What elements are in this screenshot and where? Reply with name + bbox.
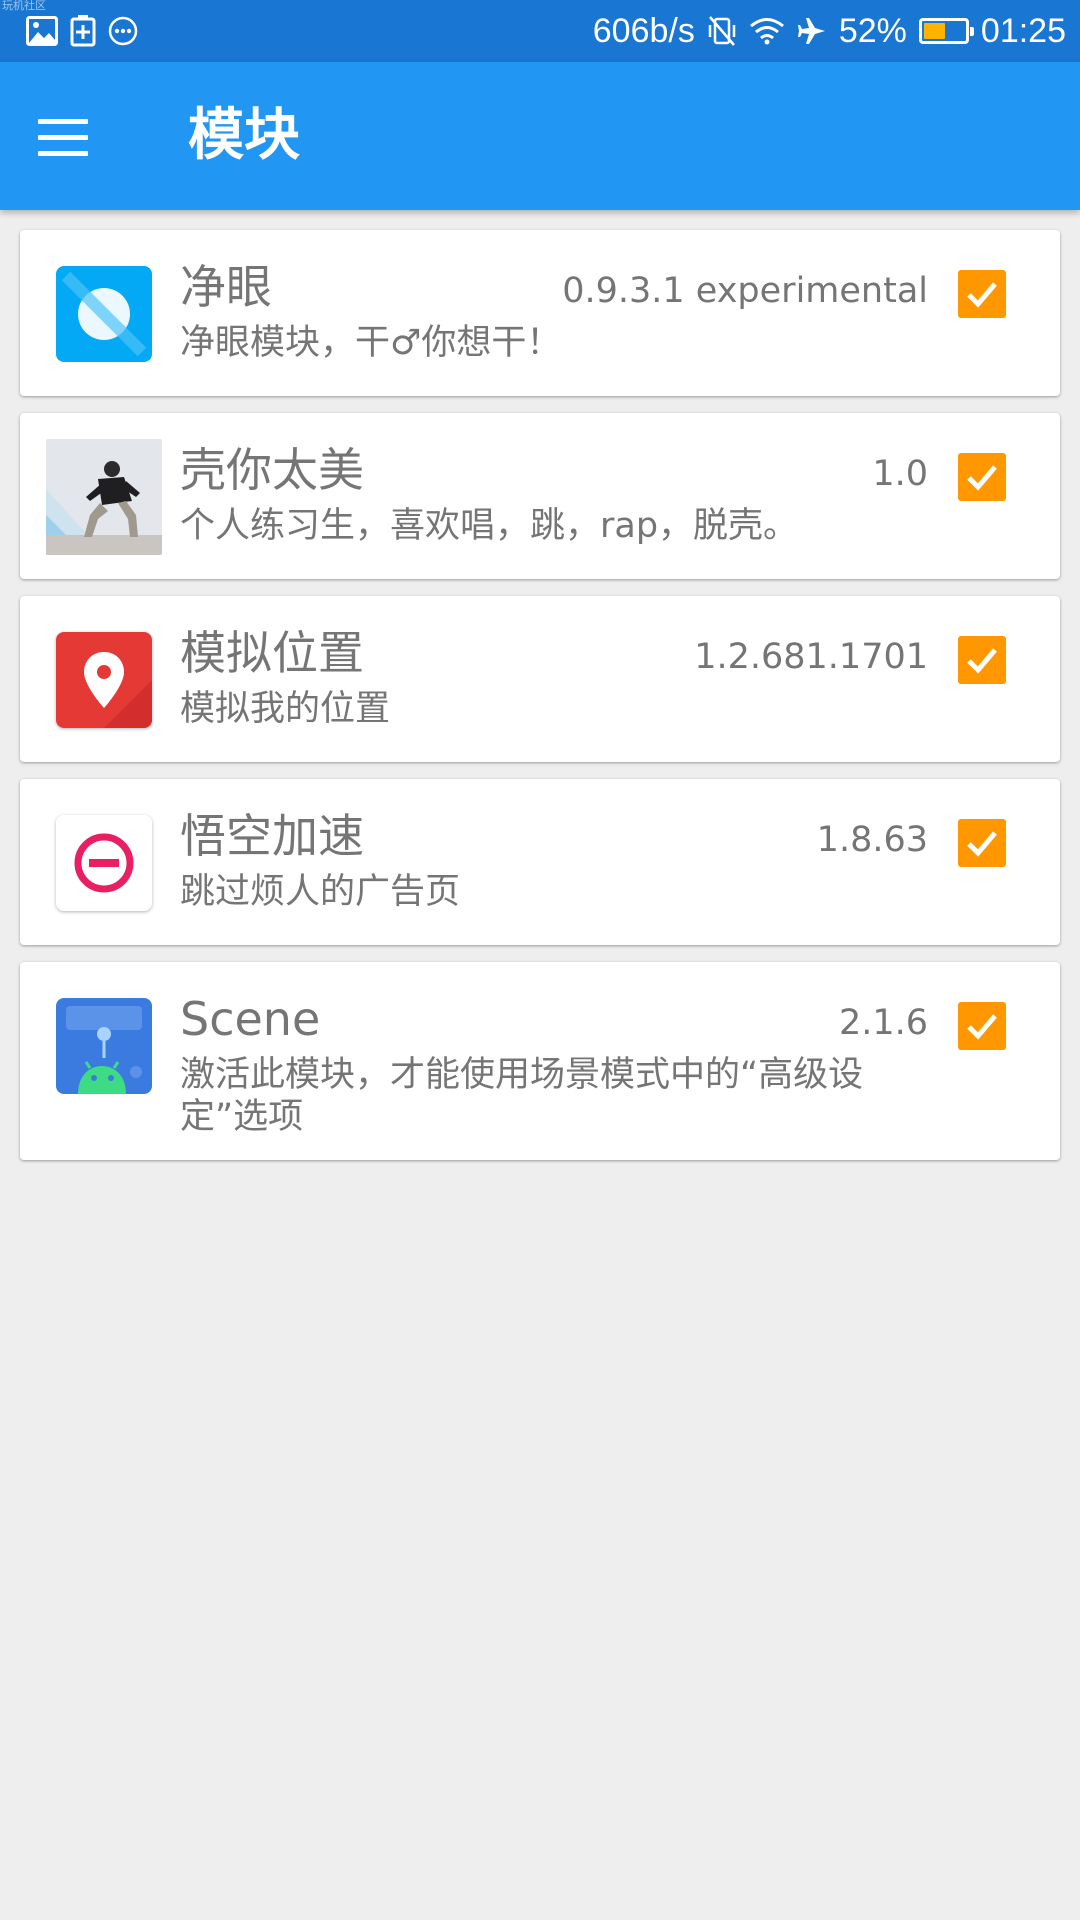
check-icon — [967, 465, 997, 491]
module-description: 跳过烦人的广告页 — [180, 872, 461, 912]
image-icon — [26, 16, 58, 46]
page-title: 模块 — [188, 103, 300, 168]
module-card-mock-location[interactable]: 模拟位置 1.2.681.1701 模拟我的位置 — [20, 596, 1060, 762]
battery-saver-icon — [70, 15, 96, 47]
module-enable-checkbox[interactable] — [958, 819, 1006, 867]
module-version: 1.0 — [872, 454, 928, 494]
module-enable-checkbox[interactable] — [958, 1002, 1006, 1050]
module-description: 模拟我的位置 — [180, 689, 391, 729]
battery-icon — [918, 18, 974, 44]
vibrate-off-icon — [707, 15, 737, 47]
module-card-scene[interactable]: Scene 2.1.6 激活此模块，才能使用场景模式中的“高级设定”选项 — [20, 962, 1060, 1160]
module-description: 净眼模块，干♂你想干！ — [180, 323, 562, 363]
module-card-wukong[interactable]: 悟空加速 1.8.63 跳过烦人的广告页 — [20, 779, 1060, 945]
module-enable-checkbox[interactable] — [958, 270, 1006, 318]
check-icon — [967, 282, 997, 308]
battery-percent: 52% — [838, 11, 907, 50]
minus-circle-icon — [56, 815, 152, 911]
status-indicators: 606b/s 52% 01:25 — [593, 0, 1066, 62]
module-name: 净眼 — [180, 260, 272, 314]
module-name: Scene — [180, 992, 321, 1046]
module-name: 模拟位置 — [180, 626, 364, 680]
module-version: 0.9.3.1 experimental — [562, 271, 928, 311]
module-version: 1.8.63 — [816, 820, 928, 860]
module-name: 悟空加速 — [180, 809, 364, 863]
check-icon — [967, 1014, 997, 1040]
module-enable-checkbox[interactable] — [958, 453, 1006, 501]
dancer-photo-icon — [46, 439, 162, 555]
menu-line — [38, 118, 88, 124]
module-name: 壳你太美 — [180, 443, 364, 497]
watermark: 玩机社区 — [2, 0, 46, 12]
battery-fill — [923, 23, 945, 39]
menu-line — [38, 150, 88, 156]
module-card-kenitaimei[interactable]: 壳你太美 1.0 个人练习生，喜欢唱，跳，rap，脱壳。 — [20, 413, 1060, 579]
location-pin-icon — [56, 632, 152, 728]
hamburger-menu-icon[interactable] — [38, 107, 108, 167]
module-version: 2.1.6 — [838, 1003, 928, 1043]
module-enable-checkbox[interactable] — [958, 636, 1006, 684]
scene-android-icon — [56, 998, 152, 1094]
module-version: 1.2.681.1701 — [694, 637, 928, 677]
check-icon — [967, 648, 997, 674]
jingyan-eye-icon — [56, 266, 152, 362]
menu-line — [38, 134, 88, 140]
network-speed: 606b/s — [592, 11, 695, 50]
check-icon — [967, 831, 997, 857]
clock: 01:25 — [980, 11, 1066, 50]
more-icon — [108, 16, 138, 46]
module-card-jingyan[interactable]: 净眼 0.9.3.1 experimental 净眼模块，干♂你想干！ — [20, 230, 1060, 396]
status-bar: 玩机社区 606b/s 52% 01:25 — [0, 0, 1080, 62]
wifi-icon — [749, 17, 785, 45]
airplane-mode-icon — [797, 16, 827, 46]
app-bar: 模块 — [0, 62, 1080, 210]
module-description: 个人练习生，喜欢唱，跳，rap，脱壳。 — [180, 506, 799, 546]
notification-icons — [26, 15, 138, 47]
module-description: 激活此模块，才能使用场景模式中的“高级设定”选项 — [180, 1055, 864, 1137]
